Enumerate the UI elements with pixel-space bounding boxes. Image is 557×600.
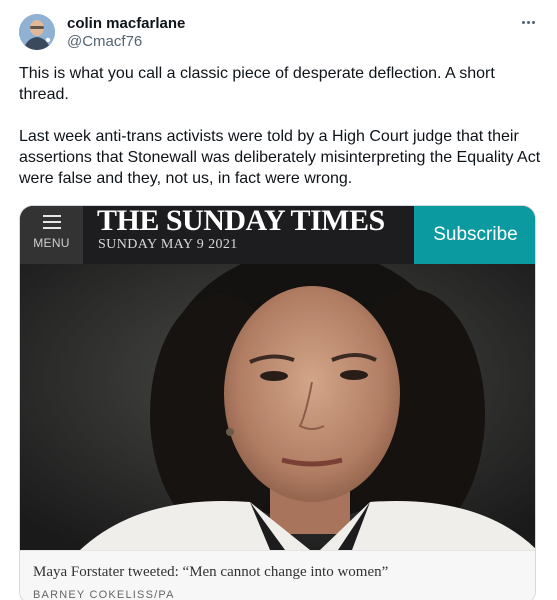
hamburger-menu-icon (43, 215, 61, 229)
tweet-text: This is what you call a classic piece of… (19, 63, 541, 189)
media-card[interactable]: MENU THE SUNDAY TIMES SUNDAY MAY 9 2021 … (19, 205, 536, 600)
newspaper-title: THE SUNDAY TIMES (97, 205, 385, 237)
tweet-header: colin macfarlane @Cmacf76 (19, 12, 538, 56)
newspaper-date: SUNDAY MAY 9 2021 (98, 237, 238, 252)
more-horizontal-icon[interactable] (518, 14, 538, 30)
avatar[interactable] (19, 14, 55, 50)
photo-caption: Maya Forstater tweeted: “Men cannot chan… (33, 564, 389, 580)
caption-area: Maya Forstater tweeted: “Men cannot chan… (20, 550, 535, 600)
photo-credit: BARNEY COKELISS/PA (33, 589, 175, 600)
tweet-paragraph: Last week anti-trans activists were told… (19, 128, 541, 187)
tweet-paragraph: This is what you call a classic piece of… (19, 65, 495, 103)
tweet-container: colin macfarlane @Cmacf76 This is what y… (0, 0, 557, 600)
display-name[interactable]: colin macfarlane (67, 15, 185, 33)
user-block: colin macfarlane @Cmacf76 (67, 15, 185, 51)
menu-button[interactable]: MENU (20, 206, 83, 264)
menu-label: MENU (33, 236, 70, 250)
portrait-photo[interactable] (20, 264, 535, 550)
subscribe-button[interactable]: Subscribe (414, 206, 535, 264)
user-handle[interactable]: @Cmacf76 (67, 33, 185, 51)
newspaper-masthead: MENU THE SUNDAY TIMES SUNDAY MAY 9 2021 … (20, 205, 535, 264)
